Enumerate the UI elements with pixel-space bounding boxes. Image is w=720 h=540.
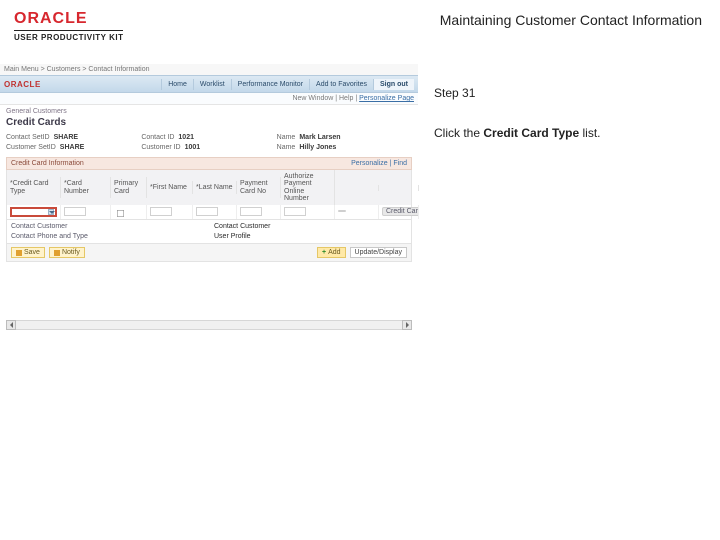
lower-pairs: Contact Customer Contact Customer Contac… [6, 220, 412, 244]
cell-cc-type [7, 205, 61, 219]
table-header-row: *Credit Card Type *Card Number Primary C… [7, 170, 411, 205]
info-value: SHARE [60, 144, 85, 151]
scroll-right-arrow-icon[interactable] [402, 320, 412, 330]
header-title: Maintaining Customer Contact Information [440, 12, 702, 28]
info-grid: Contact SetID SHARE Contact ID 1021 Name… [6, 134, 412, 151]
cell-first-name [147, 205, 193, 219]
instruction-text: Click the Credit Card Type list. [434, 126, 704, 140]
scroll-left-arrow-icon[interactable] [6, 320, 16, 330]
th-primary: Primary Card [111, 177, 147, 198]
chevron-down-icon [48, 209, 54, 215]
scroll-track[interactable] [16, 320, 402, 330]
cell-last-name [193, 205, 237, 219]
update-display-label: Update/Display [355, 249, 402, 256]
info-value: 1021 [178, 134, 194, 141]
table-row: Credit Card [7, 205, 411, 219]
embedded-app: Main Menu > Customers > Contact Informat… [0, 64, 418, 330]
info-label: Contact ID [141, 134, 174, 141]
auth-input[interactable] [284, 207, 306, 216]
tab-worklist[interactable]: Worklist [193, 79, 231, 90]
plus-icon: + [322, 249, 326, 256]
add-button[interactable]: +Add [317, 247, 346, 258]
step-label: Step 31 [434, 86, 704, 100]
section-title: Credit Card Information [11, 160, 84, 167]
page-header: ORACLE USER PRODUCTIVITY KIT Maintaining… [0, 0, 720, 64]
tab-home[interactable]: Home [161, 79, 193, 90]
save-button[interactable]: Save [11, 247, 45, 258]
credit-card-table: *Credit Card Type *Card Number Primary C… [6, 170, 412, 220]
cell-pill1 [335, 205, 379, 219]
pair-value: Contact Customer [214, 223, 270, 230]
notify-label: Notify [62, 249, 80, 256]
instruction-prefix: Click the [434, 126, 483, 140]
info-label: Name [277, 134, 296, 141]
app-logo: ORACLE [4, 80, 41, 89]
card-number-input[interactable] [64, 207, 86, 216]
instruction-bold: Credit Card Type [483, 126, 579, 140]
th-blank1 [335, 185, 379, 191]
th-first-name: *First Name [147, 181, 193, 194]
th-payment-card: Payment Card No [237, 177, 281, 198]
app-top-crumb: Main Menu > Customers > Contact Informat… [0, 64, 418, 75]
info-value: 1001 [185, 144, 201, 151]
app-tabs: Home Worklist Performance Monitor Add to… [161, 79, 414, 90]
app-topbar: ORACLE Home Worklist Performance Monitor… [0, 75, 418, 93]
cell-auth [281, 205, 335, 219]
cell-pill2: Credit Card [379, 205, 419, 219]
th-card-number: *Card Number [61, 177, 111, 198]
th-last-name: *Last Name [193, 181, 237, 194]
cell-payment-card [237, 205, 281, 219]
info-label: Customer SetID [6, 144, 56, 151]
save-label: Save [24, 249, 40, 256]
tab-favorites[interactable]: Add to Favorites [309, 79, 373, 90]
row-pill-2[interactable]: Credit Card [382, 207, 419, 216]
app-userline: New Window | Help | Personalize Page [0, 93, 418, 105]
update-display-button[interactable]: Update/Display [350, 247, 407, 258]
app-page-area: General Customers Credit Cards Contact S… [0, 105, 418, 330]
section-header: Credit Card Information Personalize | Fi… [6, 157, 412, 170]
section-links[interactable]: Personalize | Find [351, 160, 407, 167]
userline-prefix: New Window | Help | [292, 95, 359, 102]
app-breadcrumb2: General Customers [6, 108, 412, 115]
info-label: Name [277, 144, 296, 151]
first-name-input[interactable] [150, 207, 172, 216]
notify-icon [54, 250, 60, 256]
personalize-page-link[interactable]: Personalize Page [359, 95, 414, 102]
th-blank2 [379, 185, 419, 191]
brand-block: ORACLE USER PRODUCTIVITY KIT [14, 10, 123, 42]
brand-subtitle: USER PRODUCTIVITY KIT [14, 30, 123, 42]
brand-logo: ORACLE [14, 10, 123, 28]
tab-signout[interactable]: Sign out [373, 79, 414, 90]
screenshot-panel: Main Menu > Customers > Contact Informat… [0, 64, 418, 330]
pair-value: User Profile [214, 233, 251, 240]
info-value: Mark Larsen [299, 134, 340, 141]
credit-card-type-dropdown[interactable] [10, 207, 57, 217]
notify-button[interactable]: Notify [49, 247, 85, 258]
info-label: Customer ID [141, 144, 180, 151]
info-label: Contact SetID [6, 134, 50, 141]
th-cc-type: *Credit Card Type [7, 177, 61, 198]
instruction-suffix: list. [579, 126, 600, 140]
primary-card-checkbox[interactable] [117, 210, 124, 217]
footer-right-buttons: +Add Update/Display [317, 247, 407, 258]
footer-left-buttons: Save Notify [11, 247, 85, 258]
horizontal-scrollbar[interactable] [6, 320, 412, 330]
info-value: Hilly Jones [299, 144, 336, 151]
payment-card-input[interactable] [240, 207, 262, 216]
cell-primary [111, 205, 147, 219]
info-value: SHARE [54, 134, 79, 141]
app-footer-bar: Save Notify +Add Update/Display [6, 244, 412, 262]
pair-label: Contact Customer [11, 223, 67, 230]
app-page-title: Credit Cards [6, 117, 412, 128]
instruction-panel: Step 31 Click the Credit Card Type list. [418, 64, 720, 330]
th-auth-online: Authorize Payment Online Number [281, 170, 335, 205]
row-pill-1[interactable] [338, 210, 346, 212]
save-icon [16, 250, 22, 256]
pair-label: Contact Phone and Type [11, 233, 88, 240]
tab-perfmon[interactable]: Performance Monitor [231, 79, 309, 90]
cell-card-number [61, 205, 111, 219]
main-area: Main Menu > Customers > Contact Informat… [0, 64, 720, 330]
last-name-input[interactable] [196, 207, 218, 216]
add-label: Add [328, 249, 340, 256]
